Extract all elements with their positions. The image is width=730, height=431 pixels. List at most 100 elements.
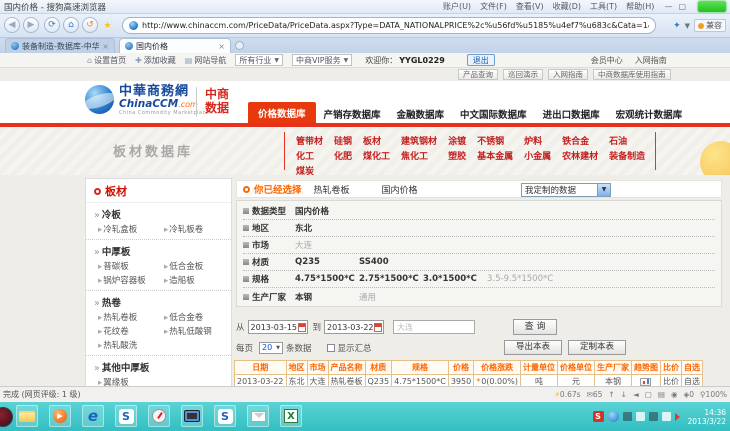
search-button[interactable]: 查 询 bbox=[513, 319, 558, 335]
forward-icon[interactable]: ▶ bbox=[23, 17, 39, 33]
network-guide-link[interactable]: 入网指南 bbox=[635, 55, 667, 66]
start-button[interactable] bbox=[0, 407, 13, 427]
filter-value[interactable]: 大连 bbox=[295, 239, 359, 251]
bookmark-icon[interactable]: ✦ bbox=[673, 21, 681, 31]
sidebar-item[interactable]: ▸低合金板 bbox=[164, 259, 226, 273]
add-favorite-link[interactable]: ✚ 添加收藏 bbox=[135, 55, 176, 66]
menu-item[interactable]: 文件(F) bbox=[480, 1, 507, 12]
category-link[interactable]: 小金属 bbox=[524, 149, 551, 162]
display-tray-icon[interactable] bbox=[661, 412, 671, 421]
player-taskbar-icon[interactable]: ▶ bbox=[49, 405, 71, 427]
category-link[interactable]: 硅钢 bbox=[334, 134, 352, 147]
table-header[interactable]: 比价 bbox=[659, 360, 682, 375]
category-link[interactable]: 装备制造 bbox=[609, 149, 645, 162]
table-header[interactable]: 日期 bbox=[234, 360, 287, 375]
gauge-taskbar-icon[interactable] bbox=[148, 405, 170, 427]
excel-taskbar-icon[interactable]: X bbox=[280, 405, 302, 427]
filter-value[interactable]: 通用 bbox=[359, 291, 423, 303]
sidebar-item[interactable]: ▸热轧酸洗 bbox=[98, 338, 164, 352]
category-link[interactable]: 建筑钢材 bbox=[401, 134, 437, 147]
category-link[interactable]: 不锈钢 bbox=[477, 134, 513, 147]
table-header[interactable]: 材质 bbox=[364, 360, 393, 375]
site-nav-link[interactable]: ▤ 网站导航 bbox=[185, 55, 227, 66]
sidebar-item[interactable]: ▸锅炉容器板 bbox=[98, 273, 164, 287]
category-link[interactable]: 塑胶 bbox=[448, 149, 466, 162]
table-header[interactable]: 地区 bbox=[285, 360, 308, 375]
table-header[interactable]: 计量单位 bbox=[519, 360, 558, 375]
sidebar-item[interactable]: ▸热轧低酸钢 bbox=[164, 324, 226, 338]
menu-item[interactable]: 收藏(D) bbox=[553, 1, 581, 12]
sidebar-item[interactable]: ▸花纹卷 bbox=[98, 324, 164, 338]
date-to-input[interactable]: 2013-03-22 bbox=[324, 320, 385, 334]
trend-chart-icon[interactable] bbox=[640, 377, 652, 386]
sidebar-section-title[interactable]: » 冷板 bbox=[86, 205, 231, 222]
favorites-star-icon[interactable]: ★ bbox=[101, 19, 114, 32]
table-header[interactable]: 趋势图 bbox=[630, 360, 661, 375]
sidebar-item[interactable]: ▸翼缘板 bbox=[98, 375, 164, 386]
table-header[interactable]: 产品名称 bbox=[327, 360, 366, 375]
sidebar-item[interactable]: ▸冷轧板卷 bbox=[164, 222, 226, 236]
category-link[interactable]: 涂镀 bbox=[448, 134, 466, 147]
url-text[interactable]: http://www.chinaccm.com/PriceData/PriceD… bbox=[142, 21, 649, 30]
tab-close-icon[interactable]: × bbox=[218, 42, 225, 51]
sogou-taskbar-icon[interactable]: S bbox=[115, 405, 137, 427]
custom-data-select[interactable]: 我定制的数据 ▼ bbox=[521, 183, 611, 197]
taskbar-clock[interactable]: 14:36 2013/3/22 bbox=[684, 408, 726, 426]
eye-icon[interactable]: ◉ bbox=[671, 390, 678, 399]
watchlist-link[interactable]: 自选 bbox=[680, 374, 703, 386]
sidebar-item[interactable]: ▸冷轧盒板 bbox=[98, 222, 164, 236]
site-nav-tab[interactable]: 产销存数据库 bbox=[316, 104, 389, 123]
filter-value[interactable]: 本钢 bbox=[295, 291, 359, 303]
new-tab-button[interactable] bbox=[235, 41, 244, 50]
mail-taskbar-icon[interactable] bbox=[247, 405, 269, 427]
sidebar-item[interactable]: ▸造船板 bbox=[164, 273, 226, 287]
sidebar-section-title[interactable]: » 热卷 bbox=[86, 293, 231, 310]
export-table-button[interactable]: 导出本表 bbox=[504, 340, 562, 355]
panel-icon[interactable]: ▤ bbox=[658, 390, 665, 399]
tab-close-icon[interactable]: × bbox=[102, 42, 109, 51]
category-link[interactable]: 化工 bbox=[296, 149, 323, 162]
menu-item[interactable]: 工具(T) bbox=[590, 1, 617, 12]
per-page-select[interactable]: 20 ▼ bbox=[259, 341, 284, 354]
category-link[interactable]: 化肥 bbox=[334, 149, 352, 162]
category-link[interactable]: 炉料 bbox=[524, 134, 551, 147]
menu-item[interactable]: 帮助(H) bbox=[626, 1, 654, 12]
vip-select[interactable]: 中商VIP服务 ▼ bbox=[291, 54, 353, 66]
table-header[interactable]: 市场 bbox=[306, 360, 329, 375]
table-header[interactable]: 生产厂家 bbox=[593, 360, 632, 375]
network-globe-icon[interactable] bbox=[607, 411, 619, 422]
compat-mode-button[interactable]: 兼容 bbox=[694, 19, 726, 32]
category-link[interactable]: 管带材 bbox=[296, 134, 323, 147]
site-nav-tab[interactable]: 进出口数据库 bbox=[535, 104, 608, 123]
market-input[interactable]: 大连 bbox=[393, 320, 476, 334]
sidebar-item[interactable]: ▸热轧卷板 bbox=[98, 310, 164, 324]
filter-value[interactable]: 国内价格 bbox=[295, 205, 359, 217]
menu-item[interactable]: 查看(V) bbox=[516, 1, 544, 12]
site-nav-tab[interactable]: 中文国际数据库 bbox=[452, 104, 535, 123]
chinaccm-logo[interactable]: 中華商務網 ChinaCCM.com China Commodity Marke… bbox=[85, 85, 209, 116]
category-link[interactable]: 板材 bbox=[363, 134, 390, 147]
table-header[interactable]: 规格 bbox=[391, 360, 449, 375]
folder-taskbar-icon[interactable] bbox=[16, 405, 38, 427]
speaker-icon[interactable]: ◄ bbox=[633, 390, 639, 399]
filter-value[interactable]: 4.75*1500*C bbox=[295, 274, 359, 284]
filter-value[interactable]: 3.5-9.5*1500*C bbox=[487, 274, 553, 284]
category-link[interactable]: 焦化工 bbox=[401, 149, 437, 162]
speed-badge-icon[interactable] bbox=[698, 1, 726, 12]
quick-link-button[interactable]: 产品查询 bbox=[458, 69, 498, 80]
browser-tab[interactable]: 国内价格 × bbox=[119, 38, 231, 53]
display-taskbar-icon[interactable] bbox=[181, 405, 203, 427]
filter-value[interactable]: 东北 bbox=[295, 222, 359, 234]
customize-table-button[interactable]: 定制本表 bbox=[568, 340, 626, 355]
calendar-icon[interactable] bbox=[374, 323, 383, 332]
back-icon[interactable]: ◀ bbox=[4, 17, 20, 33]
set-home-link[interactable]: ⌂ 设置首页 bbox=[87, 55, 126, 66]
browser-tab[interactable]: 装备制造-数据库-中华商...× bbox=[5, 38, 115, 53]
filter-value[interactable]: 2.75*1500*C bbox=[359, 274, 423, 284]
category-link[interactable]: 煤化工 bbox=[363, 149, 390, 162]
home-icon[interactable]: ⌂ bbox=[63, 17, 79, 33]
date-from-input[interactable]: 2013-03-15 bbox=[247, 320, 308, 334]
category-link[interactable]: 石油 bbox=[609, 134, 645, 147]
table-header[interactable]: 自选 bbox=[680, 360, 703, 375]
filter-value[interactable]: SS400 bbox=[359, 257, 423, 267]
